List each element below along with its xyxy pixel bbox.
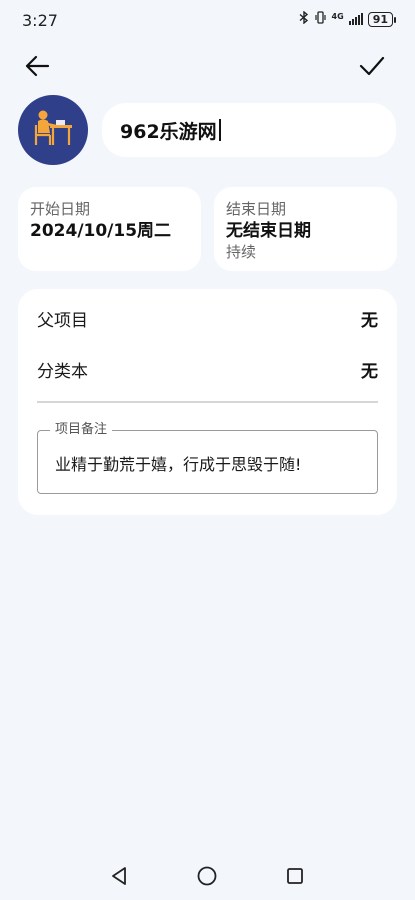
edit-project-screen: 3:27 4G 91 962乐游网 开始日期 2024/10/15周二 结束日期… — [0, 0, 415, 900]
end-date-label: 结束日期 — [226, 200, 287, 218]
end-date-value: 无结束日期 — [226, 221, 311, 241]
nav-back-button[interactable] — [104, 863, 134, 893]
system-nav-bar — [0, 855, 415, 900]
start-date-card[interactable]: 开始日期 2024/10/15周二 — [18, 187, 201, 271]
arrow-left-icon — [24, 54, 50, 82]
confirm-button[interactable] — [352, 48, 392, 88]
parent-project-row[interactable]: 父项目 无 — [37, 298, 378, 338]
text-cursor — [218, 119, 221, 141]
vibrate-icon — [314, 11, 327, 27]
project-title-text[interactable]: 962乐游网 — [120, 117, 217, 144]
category-row[interactable]: 分类本 无 — [37, 349, 378, 389]
signal-icon — [348, 13, 363, 25]
start-date-label: 开始日期 — [30, 200, 91, 218]
parent-project-value: 无 — [361, 310, 378, 331]
project-notes-label: 项目备注 — [50, 421, 113, 439]
back-button[interactable] — [17, 48, 57, 88]
start-date-value: 2024/10/15周二 — [30, 221, 172, 241]
circle-home-icon — [196, 865, 218, 891]
network-type-label: 4G — [331, 11, 344, 21]
square-recents-icon — [285, 866, 305, 890]
check-icon — [359, 55, 385, 81]
project-notes-field[interactable]: 项目备注 业精于勤荒于嬉，行成于思毁于随! — [37, 421, 378, 494]
bluetooth-icon — [299, 10, 309, 27]
project-title-field[interactable]: 962乐游网 — [102, 103, 396, 157]
nav-recents-button[interactable] — [280, 863, 310, 893]
nav-home-button[interactable] — [192, 863, 222, 893]
parent-project-label: 父项目 — [37, 310, 88, 331]
category-value: 无 — [361, 361, 378, 382]
status-icons: 4G 91 — [299, 10, 397, 27]
triangle-back-icon — [110, 866, 128, 890]
end-date-subtext: 持续 — [226, 243, 257, 261]
person-at-desk-icon — [30, 105, 76, 155]
end-date-card[interactable]: 结束日期 无结束日期 持续 — [214, 187, 397, 271]
status-time: 3:27 — [22, 11, 58, 30]
battery-icon: 91 — [367, 11, 397, 27]
category-label: 分类本 — [37, 361, 88, 382]
divider — [37, 401, 378, 403]
project-avatar[interactable] — [18, 95, 88, 165]
project-notes-text[interactable]: 业精于勤荒于嬉，行成于思毁于随! — [55, 451, 301, 475]
details-card: 父项目 无 分类本 无 项目备注 业精于勤荒于嬉，行成于思毁于随! — [18, 289, 397, 515]
status-bar: 3:27 4G 91 — [0, 0, 415, 40]
